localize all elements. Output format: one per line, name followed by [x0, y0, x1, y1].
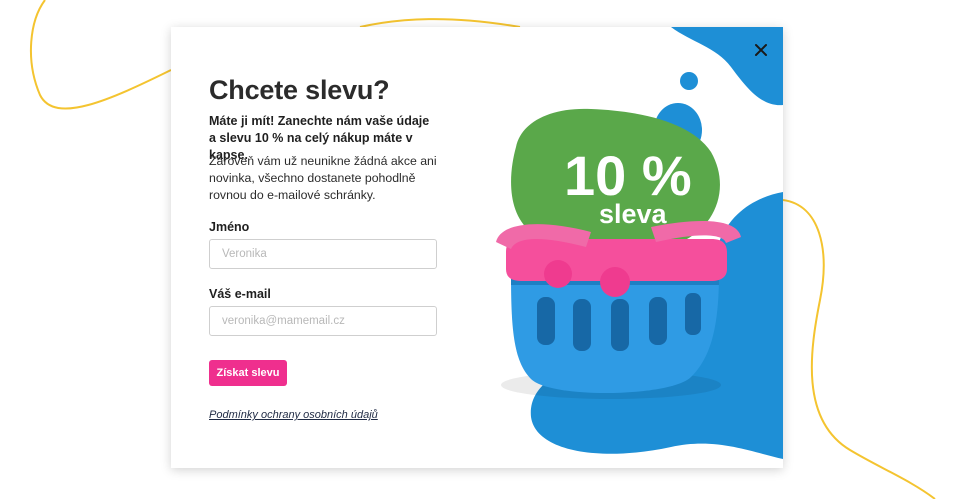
- blue-blob-top: [671, 27, 783, 106]
- popup-title: Chcete slevu?: [209, 75, 390, 105]
- get-discount-button[interactable]: Získat slevu: [209, 360, 287, 386]
- popup-description: Zároveň vám už neunikne žádná akce ani n…: [209, 154, 437, 202]
- discount-popup: 10 % sleva Chcete slevu? Máte ji mít! Za…: [171, 27, 783, 468]
- close-button[interactable]: [751, 40, 771, 60]
- blue-dot-small: [680, 72, 698, 90]
- email-input[interactable]: [209, 306, 437, 336]
- name-input[interactable]: [209, 239, 437, 269]
- promo-word: sleva: [599, 199, 668, 229]
- promo-percent: 10 %: [564, 144, 692, 207]
- privacy-policy-link[interactable]: Podmínky ochrany osobních údajů: [209, 409, 378, 421]
- name-label: Jméno: [209, 220, 250, 234]
- page: 10 % sleva Chcete slevu? Máte ji mít! Za…: [0, 0, 955, 499]
- close-icon: [755, 44, 767, 56]
- email-label: Váš e-mail: [209, 287, 271, 301]
